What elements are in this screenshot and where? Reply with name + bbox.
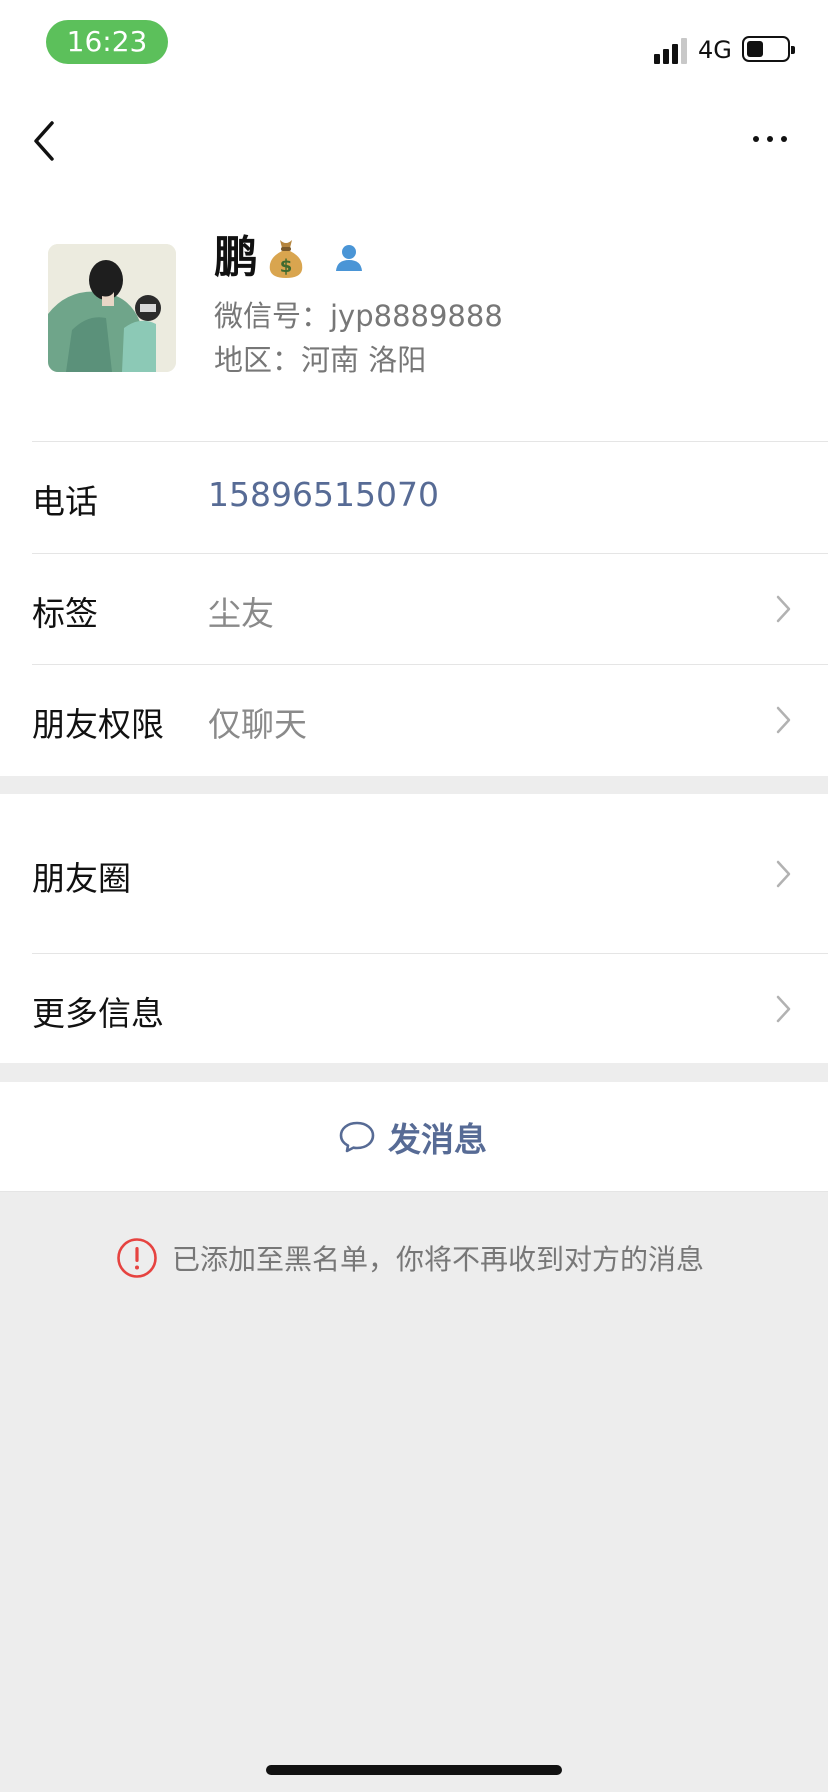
send-message-label: 发消息 — [388, 1120, 487, 1159]
section-gap — [0, 1063, 828, 1082]
blacklist-notice: 已添加至黑名单，你将不再收到对方的消息 — [116, 1236, 704, 1280]
more-horizontal-icon — [753, 136, 759, 142]
chevron-right-icon — [776, 860, 791, 888]
permission-label: 朋友权限 — [32, 705, 164, 744]
profile-name-row: 鹏 $ — [214, 228, 364, 288]
more-button[interactable] — [748, 124, 798, 154]
permission-row[interactable]: 朋友权限 仅聊天 — [0, 664, 828, 776]
battery-icon — [742, 36, 795, 62]
profile-name: 鹏 — [214, 232, 258, 283]
chevron-right-icon — [776, 595, 791, 623]
signal-icon — [654, 38, 688, 64]
region: 地区：河南 洛阳 — [214, 343, 427, 377]
permission-value: 仅聊天 — [208, 705, 307, 744]
chat-bubble-icon — [339, 1121, 375, 1153]
section-gap — [0, 776, 828, 794]
svg-text:$: $ — [280, 256, 293, 277]
chevron-right-icon — [776, 995, 791, 1023]
chevron-right-icon — [776, 706, 791, 734]
avatar[interactable] — [48, 244, 176, 372]
wechat-id: 微信号：jyp8889888 — [214, 299, 503, 333]
contact-person-icon — [336, 245, 362, 271]
tag-label: 标签 — [32, 594, 98, 633]
home-indicator[interactable] — [266, 1765, 562, 1775]
network-type: 4G — [698, 36, 732, 64]
back-button[interactable] — [26, 116, 66, 166]
blacklist-notice-text: 已添加至黑名单，你将不再收到对方的消息 — [172, 1243, 705, 1276]
moments-row[interactable]: 朋友圈 — [0, 794, 828, 953]
tag-row[interactable]: 标签 尘友 — [0, 553, 828, 664]
chevron-left-icon — [34, 121, 54, 161]
more-info-label: 更多信息 — [32, 994, 164, 1033]
more-info-row[interactable]: 更多信息 — [0, 953, 828, 1063]
moments-label: 朋友圈 — [32, 859, 131, 898]
phone-label: 电话 — [32, 482, 98, 521]
send-message-button[interactable]: 发消息 — [0, 1082, 828, 1192]
status-time: 16:23 — [46, 20, 168, 64]
tag-value: 尘友 — [208, 594, 274, 633]
money-bag-icon: $ — [269, 240, 303, 278]
phone-number[interactable]: 15896515070 — [208, 475, 439, 514]
warning-circle-icon — [117, 1238, 157, 1278]
phone-row[interactable]: 电话 15896515070 — [0, 441, 828, 553]
